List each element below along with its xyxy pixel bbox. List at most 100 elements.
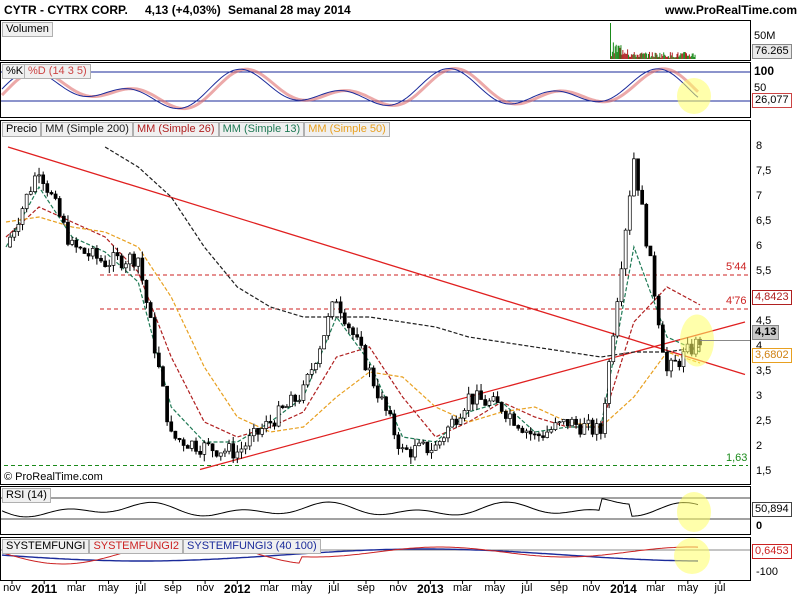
legend-ma13: MM (Simple 13) [218,122,305,137]
price-tick-label: 7,5 [756,165,772,177]
candle-body [677,360,682,368]
candle-body [173,430,178,439]
volume-bar [669,52,671,59]
candle-body [545,431,550,438]
candle-body [421,441,426,444]
candle-body [53,193,58,199]
candle-body [301,384,306,401]
candle-body [111,252,116,266]
volume-bar [652,56,654,59]
candle-body [487,400,492,406]
legend-ma26: MM (Simple 26) [132,122,219,137]
rsi-value-tag: 50,894 [752,502,792,517]
stoch-highlight [677,78,711,114]
volume-bar [634,54,636,59]
candle-body [334,301,339,304]
x-tick-label: jul [714,582,726,594]
rsi-highlight [677,492,711,532]
volume-bar [679,55,681,59]
price-label: Precio [2,122,42,137]
candle-body [388,410,393,415]
candle-body [218,452,223,457]
candle-body [140,257,145,281]
legend-ma200: MM (Simple 200) [41,122,133,137]
candle-body [107,265,112,267]
x-tick-label: nov [389,582,408,594]
candle-body [86,253,91,257]
volume-bar [692,53,694,59]
legend-ma50: MM (Simple 50) [304,122,390,137]
last-price-tag: 4,13 [752,325,780,340]
volume-bar [643,53,645,59]
volume-bar [623,54,625,59]
volume-bar [664,54,666,59]
x-tick-label: may [98,582,119,594]
volume-bar [672,56,674,59]
ma-line [5,216,701,433]
candle-body [392,413,397,436]
level-label: 5'44 [726,261,747,273]
volume-bar [665,55,667,59]
x-tick-label: may [677,582,699,594]
volume-label: Volumen [2,22,53,37]
volume-bar [663,52,665,59]
stoch-k-line [1,67,699,110]
x-tick-label: jul [521,582,533,594]
candle-body [190,440,194,449]
rsi-panel-frame [0,486,751,535]
volume-bar [636,54,638,59]
candle-body [37,174,41,177]
candle-body [198,450,203,455]
volume-bar [675,57,677,59]
volume-bar [622,50,624,59]
volume-bar [624,52,626,59]
candle-body [289,394,293,407]
candle-body [41,174,46,184]
volume-bar [658,56,660,59]
candle-body [578,424,583,435]
rsi-tick-0: 0 [756,520,763,532]
x-tick-label: 2012 [223,582,251,596]
candle-body [673,359,678,362]
stoch-panel-frame [0,62,751,118]
volume-bar [684,51,686,59]
candle-body [202,442,207,455]
candle-body [652,255,657,297]
candle-body [561,419,566,423]
volume-bar [670,55,672,59]
price-legend: Precio MM (Simple 200) MM (Simple 26) MM… [2,122,390,137]
candle-body [442,437,446,442]
candle-body [235,451,240,459]
volume-bar [639,53,641,59]
volume-bar [628,54,630,59]
price-tick-label: 2,5 [756,415,772,427]
price-tick-label: 2 [756,440,763,452]
x-tick-label: 2011 [31,582,58,596]
candle-body [437,441,442,446]
volume-bar [680,53,682,59]
volume-bar [653,56,655,59]
volume-bar [635,56,637,59]
x-tick-label: nov [196,582,214,594]
candle-body [640,189,645,205]
volume-bar [621,54,623,59]
candle-body [194,440,198,452]
ma-line [104,146,701,358]
candle-body [177,438,182,441]
candle-body [330,301,335,317]
candle-body [132,253,136,267]
volume-bar [661,54,663,59]
candle-body [313,363,318,371]
candle-body [619,268,624,303]
candle-body [565,419,570,427]
volume-bar [630,54,632,59]
price-tick-label: 7 [756,190,763,202]
volume-value-tag: 76.265 [752,44,792,59]
candle-body [470,393,475,405]
volume-bar [681,53,683,59]
candle-body [61,215,66,223]
candle-body [28,191,33,195]
volume-bar [682,53,684,59]
candle-body [532,433,537,436]
candle-body [338,301,343,314]
